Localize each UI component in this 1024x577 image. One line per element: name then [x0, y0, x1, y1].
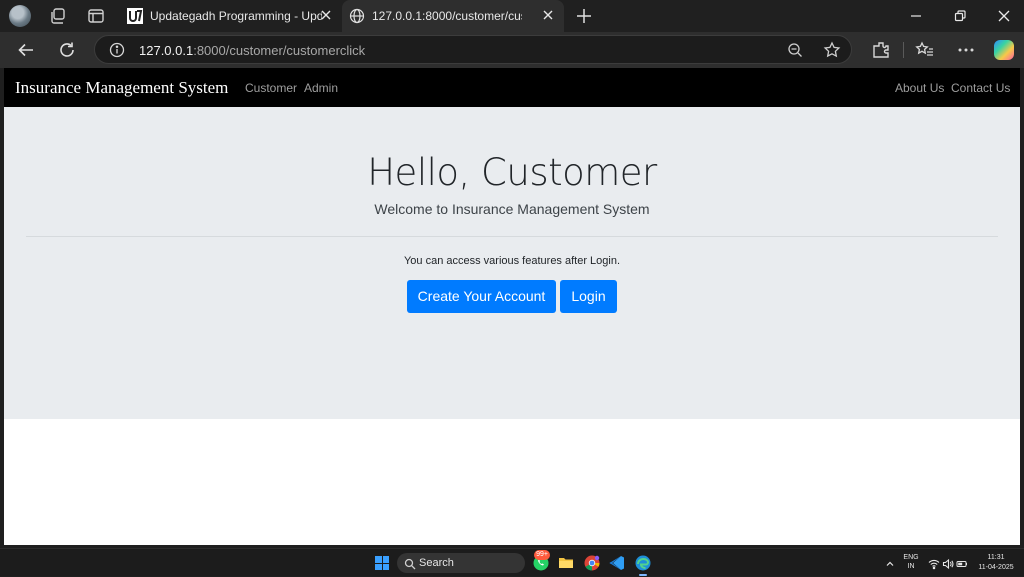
- zoom-out-icon[interactable]: [787, 42, 803, 58]
- chevron-up-icon[interactable]: [884, 557, 896, 569]
- language-code: ENG: [903, 554, 919, 561]
- clock-time: 11:31: [987, 554, 1005, 561]
- windows-start-icon[interactable]: [375, 556, 389, 570]
- chrome-icon[interactable]: [583, 554, 601, 572]
- close-tab-icon[interactable]: [540, 7, 556, 23]
- toolbar-divider: [903, 42, 904, 58]
- welcome-jumbotron: Hello, Customer Welcome to Insurance Man…: [4, 107, 1020, 419]
- copilot-icon[interactable]: [994, 40, 1014, 60]
- more-options-icon[interactable]: [956, 40, 976, 60]
- updategadh-favicon-icon: [127, 8, 143, 24]
- tab-title: 127.0.0.1:8000/customer/custome: [372, 9, 522, 23]
- edge-icon[interactable]: [634, 554, 652, 576]
- search-icon: [404, 557, 416, 570]
- volume-icon[interactable]: [942, 557, 954, 570]
- close-tab-icon[interactable]: [318, 7, 334, 23]
- login-button[interactable]: Login: [560, 280, 617, 313]
- profile-avatar[interactable]: [9, 5, 31, 27]
- language-indicator[interactable]: ENG IN: [901, 553, 921, 571]
- restore-icon[interactable]: [952, 8, 968, 24]
- address-bar[interactable]: 127.0.0.1:8000/customer/customerclick: [94, 35, 852, 64]
- site-info-icon[interactable]: [109, 42, 125, 58]
- site-brand[interactable]: Insurance Management System: [15, 78, 228, 98]
- vertical-tabs-icon[interactable]: [86, 6, 106, 26]
- search-label: Search: [419, 557, 454, 569]
- battery-icon[interactable]: [956, 557, 968, 569]
- tab-title: Updategadh Programming - Upd: [150, 9, 322, 23]
- extensions-icon[interactable]: [871, 40, 891, 60]
- file-explorer-icon[interactable]: [557, 554, 575, 572]
- taskbar-search[interactable]: Search: [397, 553, 525, 573]
- close-window-icon[interactable]: [996, 8, 1012, 24]
- nav-link-admin[interactable]: Admin: [304, 81, 338, 95]
- welcome-lead: Welcome to Insurance Management System: [374, 201, 650, 217]
- minimize-icon[interactable]: [908, 8, 924, 24]
- url-text: 127.0.0.1:8000/customer/customerclick: [139, 43, 365, 58]
- tab-updategadh[interactable]: Updategadh Programming - Upd: [120, 0, 342, 32]
- system-clock[interactable]: 11:31 11-04-2025: [974, 553, 1018, 573]
- login-info-text: You can access various features after Lo…: [403, 255, 621, 267]
- globe-icon: [349, 8, 365, 24]
- browser-tab-strip: Updategadh Programming - Upd 127.0.0.1:8…: [0, 0, 1024, 32]
- new-tab-icon[interactable]: [574, 6, 594, 26]
- url-path: :8000/customer/customerclick: [193, 43, 366, 58]
- favorites-icon[interactable]: [915, 40, 935, 60]
- tab-customer-page[interactable]: 127.0.0.1:8000/customer/custome: [342, 0, 564, 32]
- nav-link-about-us[interactable]: About Us: [895, 81, 944, 95]
- page-viewport: Insurance Management System Customer Adm…: [4, 68, 1020, 545]
- divider: [26, 236, 998, 237]
- browser-toolbar: 127.0.0.1:8000/customer/customerclick: [0, 32, 1024, 68]
- refresh-icon[interactable]: [57, 40, 77, 60]
- clock-date: 11-04-2025: [978, 564, 1014, 571]
- url-host: 127.0.0.1: [139, 43, 194, 58]
- notification-badge: 99+: [534, 550, 550, 560]
- site-navbar: Insurance Management System Customer Adm…: [4, 68, 1020, 107]
- windows-taskbar: Search 99+ ENG IN 11:31 11-04-2025: [0, 548, 1024, 576]
- language-region: IN: [907, 563, 915, 570]
- page-heading: Hello, Customer: [367, 151, 657, 194]
- favorite-star-icon[interactable]: [823, 41, 841, 59]
- workspaces-icon[interactable]: [48, 6, 68, 26]
- nav-link-customer[interactable]: Customer: [245, 81, 297, 95]
- back-arrow-icon[interactable]: [16, 40, 36, 60]
- vscode-icon[interactable]: [608, 554, 626, 572]
- create-account-button[interactable]: Create Your Account: [407, 280, 556, 313]
- nav-link-contact-us[interactable]: Contact Us: [951, 81, 1010, 95]
- wifi-icon[interactable]: [928, 557, 940, 570]
